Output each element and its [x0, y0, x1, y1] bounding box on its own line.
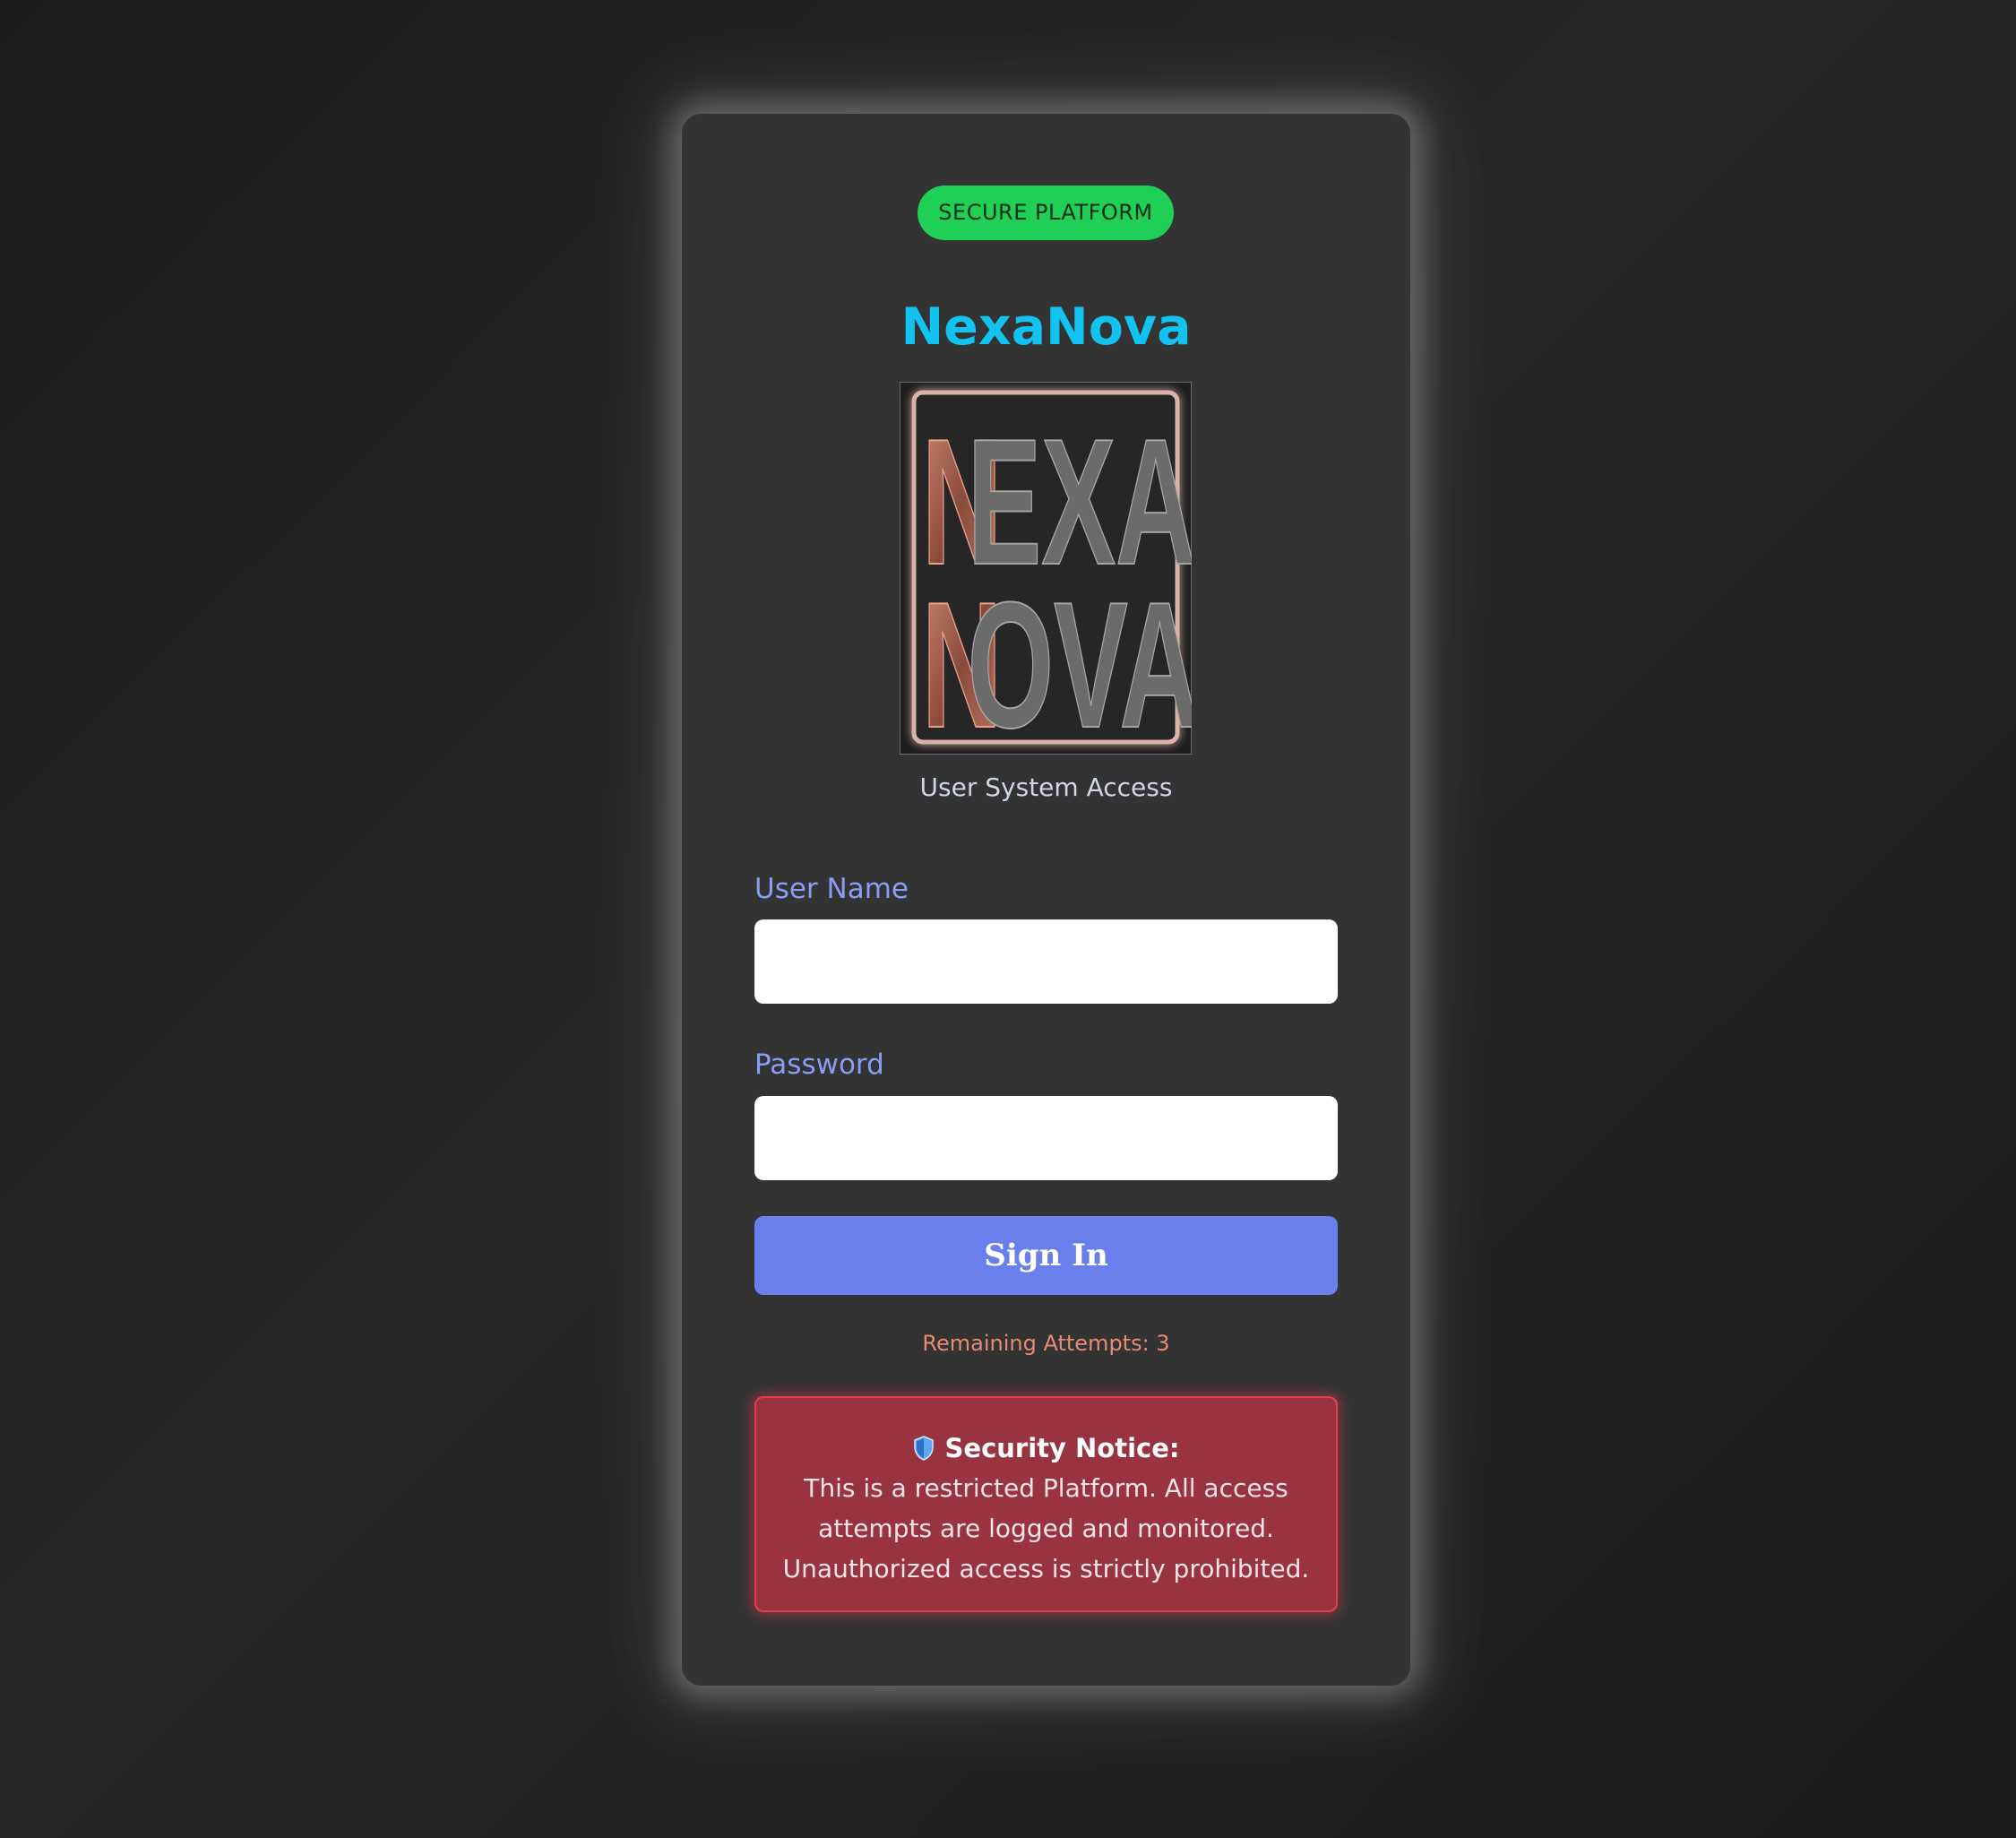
- password-input[interactable]: [754, 1096, 1338, 1180]
- login-card: SECURE PLATFORM N EXA N OVA NexaNova Use…: [682, 114, 1410, 1686]
- sign-in-button[interactable]: Sign In: [754, 1216, 1338, 1295]
- brand-title: NexaNova: [900, 298, 1192, 357]
- security-notice-heading: Security Notice:: [756, 1428, 1336, 1468]
- secure-platform-badge: SECURE PLATFORM: [918, 186, 1174, 240]
- security-notice-title: Security Notice:: [944, 1433, 1180, 1463]
- logo-text-ova: OVA: [968, 565, 1192, 755]
- username-input[interactable]: [754, 919, 1338, 1004]
- shield-icon: [913, 1436, 934, 1461]
- remaining-attempts-text: Remaining Attempts: 3: [922, 1331, 1170, 1356]
- tagline: User System Access: [919, 772, 1173, 802]
- security-notice: Security Notice: This is a restricted Pl…: [754, 1396, 1338, 1612]
- username-label: User Name: [754, 873, 909, 905]
- security-notice-body: This is a restricted Platform. All acces…: [782, 1473, 1310, 1583]
- nexanova-logo: N EXA N OVA: [900, 383, 1192, 755]
- password-label: Password: [754, 1048, 884, 1081]
